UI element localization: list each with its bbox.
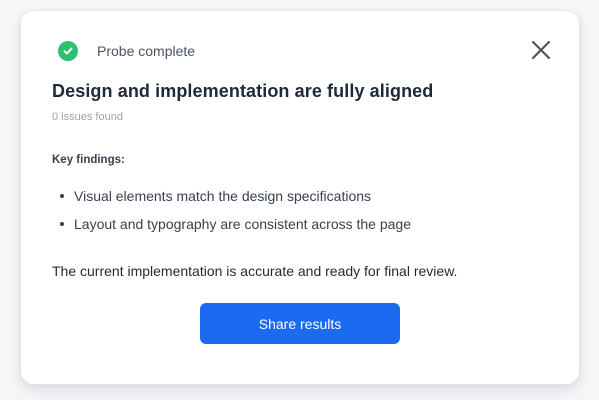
status-text: Probe complete xyxy=(97,43,196,59)
share-results-button[interactable]: Share results xyxy=(200,303,400,344)
finding-text: Visual elements match the design specifi… xyxy=(74,188,372,204)
bullet-icon xyxy=(60,194,64,198)
probe-result-card: Probe complete Design and implementation… xyxy=(20,10,580,385)
findings-label: Key findings: xyxy=(52,154,125,166)
close-icon xyxy=(531,40,551,60)
bullet-icon xyxy=(60,222,64,226)
page-title: Design and implementation are fully alig… xyxy=(52,81,434,101)
findings-list: Visual elements match the design specifi… xyxy=(52,182,411,238)
list-item: Layout and typography are consistent acr… xyxy=(52,210,411,238)
status-row: Probe complete xyxy=(58,40,195,62)
finding-text: Layout and typography are consistent acr… xyxy=(74,216,411,232)
close-button[interactable] xyxy=(529,38,553,62)
check-circle-icon xyxy=(58,41,78,61)
summary-text: The current implementation is accurate a… xyxy=(52,263,458,279)
issues-count: 0 issues found xyxy=(52,111,123,123)
list-item: Visual elements match the design specifi… xyxy=(52,182,411,210)
